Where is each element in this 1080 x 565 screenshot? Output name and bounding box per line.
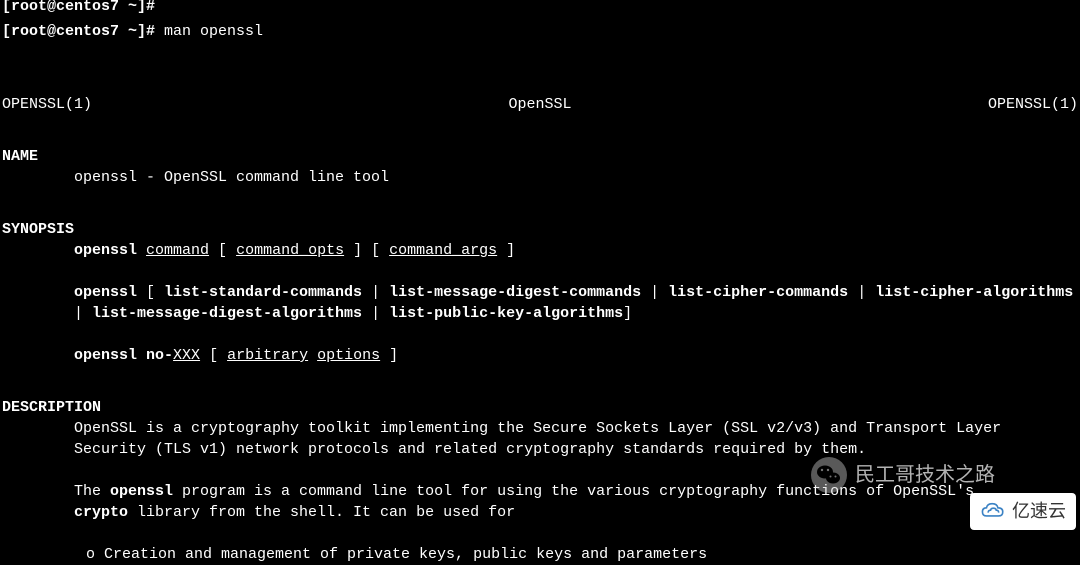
typed-command: man openssl (155, 23, 263, 40)
cloud-icon (980, 501, 1006, 521)
name-line: openssl - OpenSSL command line tool (2, 167, 1078, 188)
blank-line (2, 261, 1078, 282)
desc-text: program is a command line tool for using… (173, 483, 974, 500)
description-paragraph-2: The openssl program is a command line to… (2, 481, 1022, 523)
blank-line (2, 115, 1078, 136)
synopsis-no: no- (146, 347, 173, 364)
synopsis-openssl: openssl (74, 347, 137, 364)
synopsis-line-2: openssl [ list-standard-commands | list-… (2, 282, 1078, 324)
desc-text: The (74, 483, 110, 500)
prev-prompt: [root@centos7 ~]# (2, 0, 155, 15)
blank-line (2, 63, 1078, 84)
list-message-digest-commands: list-message-digest-commands (389, 284, 641, 301)
synopsis-line-3: openssl no-XXX [ arbitrary options ] (2, 345, 1078, 366)
blank-line (2, 324, 1078, 345)
yisu-watermark: 亿速云 (970, 493, 1076, 530)
section-description-title: DESCRIPTION (2, 397, 1078, 418)
synopsis-command: command (146, 242, 209, 259)
list-cipher-commands: list-cipher-commands (668, 284, 848, 301)
synopsis-command-args: command_args (389, 242, 497, 259)
blank-line (2, 366, 1078, 387)
list-public-key-algorithms: list-public-key-algorithms (389, 305, 623, 322)
blank-line (2, 460, 1078, 481)
blank-line (2, 42, 1078, 63)
list-standard-commands: list-standard-commands (164, 284, 362, 301)
synopsis-xxx: XXX (173, 347, 200, 364)
desc-openssl: openssl (110, 483, 173, 500)
list-cipher-algorithms: list-cipher-algorithms (875, 284, 1073, 301)
desc-text: library from the shell. It can be used f… (128, 504, 515, 521)
synopsis-arbitrary: arbitrary (227, 347, 308, 364)
list-message-digest-algorithms: list-message-digest-algorithms (92, 305, 362, 322)
man-header-center: OpenSSL (508, 94, 571, 115)
synopsis-options: options (317, 347, 380, 364)
shell-prompt: [root@centos7 ~]# (2, 23, 155, 40)
prev-prompt-line: [root@centos7 ~]# (2, 0, 1078, 17)
synopsis-openssl: openssl (74, 242, 137, 259)
man-header-row: OPENSSL(1) OpenSSL OPENSSL(1) (2, 94, 1078, 115)
description-paragraph-1: OpenSSL is a cryptography toolkit implem… (2, 418, 1002, 460)
man-header-left: OPENSSL(1) (2, 94, 92, 115)
synopsis-command-opts: command_opts (236, 242, 344, 259)
synopsis-line-1: openssl command [ command_opts ] [ comma… (2, 240, 1078, 261)
section-synopsis-title: SYNOPSIS (2, 219, 1078, 240)
yisu-watermark-text: 亿速云 (1012, 499, 1066, 524)
section-name-title: NAME (2, 146, 1078, 167)
man-header-right: OPENSSL(1) (988, 94, 1078, 115)
blank-line (2, 188, 1078, 209)
blank-line (2, 523, 1078, 544)
prompt-line: [root@centos7 ~]# man openssl (2, 21, 1078, 42)
terminal-output: [root@centos7 ~]# [root@centos7 ~]# man … (0, 0, 1080, 565)
synopsis-openssl: openssl (74, 284, 137, 301)
desc-crypto: crypto (74, 504, 128, 521)
description-bullet-1: o Creation and management of private key… (2, 544, 1078, 565)
